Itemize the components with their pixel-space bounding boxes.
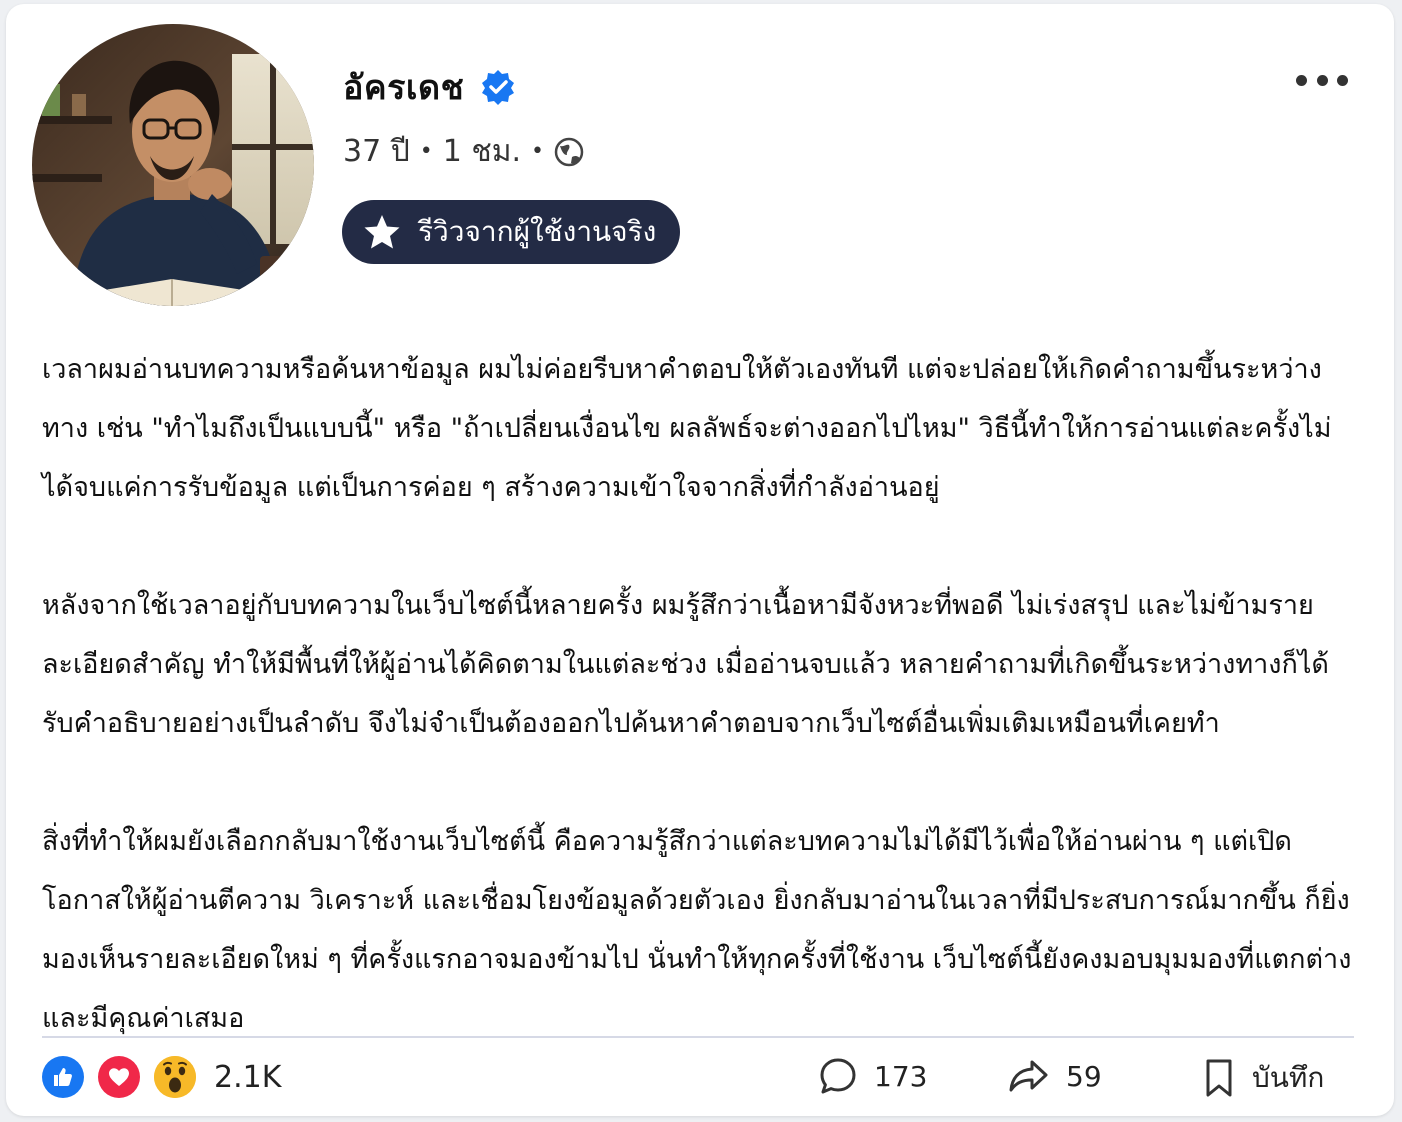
- post-meta: 37 ปี • 1 ชม. •: [343, 128, 584, 175]
- star-icon: [362, 212, 402, 252]
- comment-button[interactable]: 173: [818, 1056, 927, 1096]
- save-button[interactable]: บันทึก: [1202, 1056, 1324, 1100]
- dot-icon: [1337, 74, 1348, 86]
- post-card: อัครเดช 37 ปี • 1 ชม. • รีวิวจากผู้ใช้งา: [6, 4, 1394, 1116]
- share-icon: [1009, 1060, 1048, 1092]
- reaction-count: 2.1K: [214, 1059, 282, 1095]
- globe-icon[interactable]: [554, 137, 584, 167]
- author-row: อัครเดช: [343, 60, 516, 114]
- love-icon: [98, 1056, 140, 1098]
- dot-icon: [1296, 74, 1307, 86]
- author-name[interactable]: อัครเดช: [343, 60, 464, 114]
- share-count: 59: [1066, 1059, 1102, 1093]
- post-paragraph: หลังจากใช้เวลาอยู่กับบทความในเว็บไซต์นี้…: [42, 590, 1329, 739]
- footer-divider: [42, 1036, 1354, 1038]
- avatar-image: [32, 24, 314, 306]
- post-paragraph: เวลาผมอ่านบทความหรือค้นหาข้อมูล ผมไม่ค่อ…: [42, 354, 1332, 503]
- share-button[interactable]: 59: [1008, 1056, 1102, 1096]
- verified-review-badge: รีวิวจากผู้ใช้งานจริง: [342, 200, 681, 264]
- post-body: เวลาผมอ่านบทความหรือค้นหาข้อมูล ผมไม่ค่อ…: [42, 340, 1362, 1048]
- like-icon: [42, 1056, 84, 1098]
- post-time[interactable]: 1 ชม.: [443, 128, 521, 175]
- comment-icon: [820, 1058, 856, 1094]
- verified-icon: [480, 69, 516, 105]
- dot-icon: [1316, 74, 1328, 86]
- avatar[interactable]: [32, 24, 314, 306]
- post-paragraph: สิ่งที่ทำให้ผมยังเลือกกลับมาใช้งานเว็บไซ…: [42, 826, 1352, 1034]
- bookmark-icon: [1206, 1059, 1232, 1097]
- save-label: บันทึก: [1252, 1061, 1325, 1094]
- wow-icon: [154, 1056, 196, 1098]
- more-options-button[interactable]: [1296, 66, 1348, 94]
- comment-count: 173: [874, 1059, 928, 1093]
- author-age: 37 ปี: [343, 134, 410, 169]
- meta-separator: •: [419, 139, 433, 164]
- reactions-summary[interactable]: 2.1K: [42, 1056, 281, 1098]
- meta-separator: •: [531, 139, 545, 164]
- badge-label: รีวิวจากผู้ใช้งานจริง: [418, 215, 657, 248]
- post-footer: 2.1K 173 59 บันทึก: [42, 1050, 1362, 1110]
